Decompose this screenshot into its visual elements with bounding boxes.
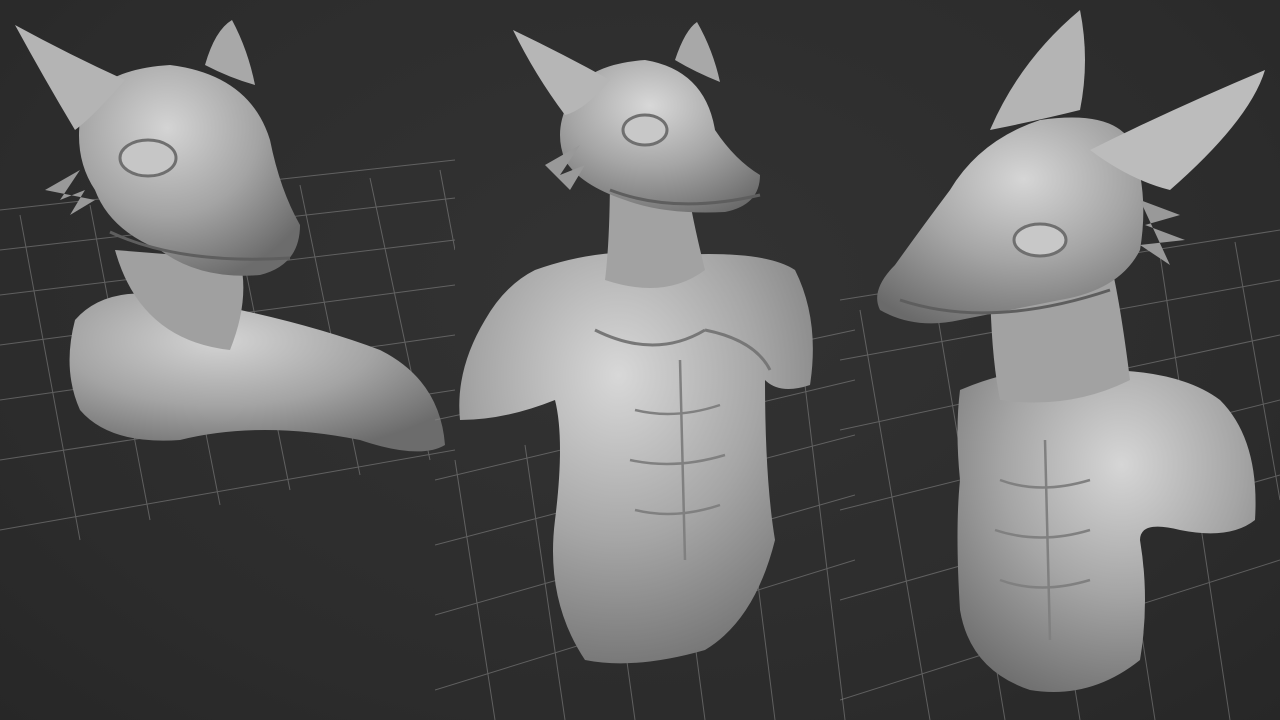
render-panel-front-torso: [435, 0, 855, 720]
render-panel-bust-with-tail: [0, 0, 455, 720]
3d-viewport[interactable]: [0, 0, 1280, 720]
render-panel-side-torso: [840, 0, 1280, 720]
clay-torso-model: [459, 22, 813, 664]
clay-bust-model: [15, 20, 445, 452]
